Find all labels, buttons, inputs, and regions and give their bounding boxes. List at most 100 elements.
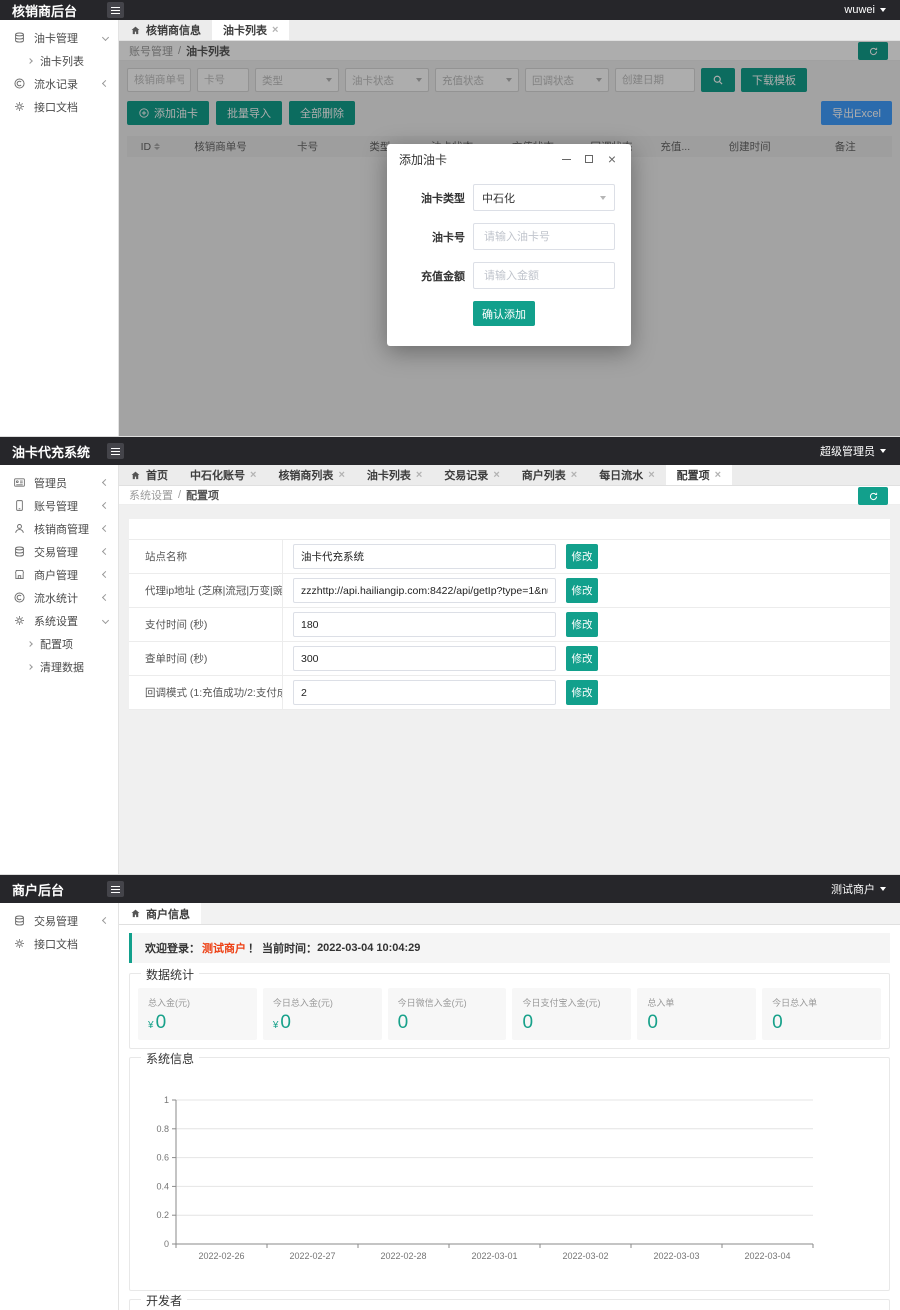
sidebar-item-核销商管理[interactable]: 核销商管理 bbox=[0, 517, 118, 540]
edit-button[interactable]: 修改 bbox=[566, 680, 598, 705]
caret-down-icon bbox=[880, 887, 886, 891]
tab-close-icon[interactable]: × bbox=[338, 470, 344, 481]
s2-breadcrumb: 系统设置 / 配置项 bbox=[119, 486, 900, 505]
tab-close-icon[interactable]: × bbox=[493, 470, 499, 481]
tab-close-icon[interactable]: × bbox=[272, 25, 278, 36]
s3-user-menu[interactable]: 测试商户 bbox=[831, 881, 900, 897]
stat-label: 今日总入金(元) bbox=[273, 996, 372, 1009]
mobile-icon bbox=[13, 499, 26, 512]
sidebar-subitem-label: 配置项 bbox=[40, 636, 73, 652]
oilcard-type-select[interactable]: 中石化 bbox=[473, 184, 615, 211]
tab-close-icon[interactable]: × bbox=[571, 470, 577, 481]
confirm-add-button[interactable]: 确认添加 bbox=[473, 301, 535, 326]
s1-user-menu[interactable]: wuwei bbox=[844, 4, 900, 16]
stats-title: 数据统计 bbox=[141, 966, 199, 983]
s2-header: 油卡代充系统 超级管理员 bbox=[0, 437, 900, 465]
tab-每日流水[interactable]: 每日流水× bbox=[588, 465, 665, 485]
sidebar-item-label: 交易管理 bbox=[34, 544, 103, 560]
sidebar-item-系统设置[interactable]: 系统设置 bbox=[0, 609, 118, 632]
tab-close-icon[interactable]: × bbox=[715, 470, 721, 481]
tab-label: 核销商信息 bbox=[146, 22, 201, 38]
db-icon bbox=[13, 31, 26, 44]
tab-close-icon[interactable]: × bbox=[648, 470, 654, 481]
edit-button[interactable]: 修改 bbox=[566, 646, 598, 671]
edit-button[interactable]: 修改 bbox=[566, 578, 598, 603]
config-value: 修改 bbox=[283, 646, 890, 671]
sidebar-item-流水记录[interactable]: 流水记录 bbox=[0, 72, 118, 95]
tab-核销商信息[interactable]: 核销商信息 bbox=[119, 20, 212, 40]
config-input-查单时间 (秒)[interactable] bbox=[293, 646, 556, 671]
edit-button[interactable]: 修改 bbox=[566, 544, 598, 569]
stat-value: 0 bbox=[522, 1012, 621, 1034]
modal-input-充值金额[interactable] bbox=[482, 269, 606, 283]
tab-close-icon[interactable]: × bbox=[416, 470, 422, 481]
refresh-button[interactable] bbox=[858, 487, 888, 505]
y-axis-tick-label: 0.6 bbox=[156, 1153, 169, 1163]
maximize-icon[interactable] bbox=[582, 152, 596, 166]
modal-title: 添加油卡 bbox=[399, 151, 550, 168]
s2-user-menu[interactable]: 超级管理员 bbox=[820, 443, 900, 459]
config-row-站点名称: 站点名称修改 bbox=[129, 540, 890, 574]
menu-toggle-button[interactable] bbox=[107, 2, 124, 18]
config-label: 支付时间 (秒) bbox=[129, 608, 283, 641]
sidebar-subitem-油卡列表[interactable]: 油卡列表 bbox=[0, 49, 118, 72]
card-icon bbox=[13, 476, 26, 489]
tab-配置项[interactable]: 配置项× bbox=[666, 465, 732, 485]
close-icon[interactable]: × bbox=[605, 152, 619, 166]
config-row-支付时间 (秒): 支付时间 (秒) 修改 bbox=[129, 608, 890, 642]
tab-核销商列表[interactable]: 核销商列表× bbox=[267, 465, 355, 485]
config-input-支付时间 (秒)[interactable] bbox=[293, 612, 556, 637]
x-axis-tick-label: 2022-03-04 bbox=[744, 1251, 790, 1261]
config-value: 修改 bbox=[283, 612, 890, 637]
y-axis-tick-label: 0.2 bbox=[156, 1210, 169, 1220]
tab-商户信息[interactable]: 商户信息 bbox=[119, 903, 201, 924]
sidebar-item-账号管理[interactable]: 账号管理 bbox=[0, 494, 118, 517]
system-info-fieldset: 系统信息 00.20.40.60.812022-02-262022-02-272… bbox=[129, 1057, 890, 1291]
tab-商户列表[interactable]: 商户列表× bbox=[511, 465, 588, 485]
sidebar-item-交易管理[interactable]: 交易管理 bbox=[0, 909, 118, 932]
sidebar-subitem-配置项[interactable]: 配置项 bbox=[0, 632, 118, 655]
y-axis-tick-label: 0 bbox=[164, 1239, 169, 1249]
system-chart: 00.20.40.60.812022-02-262022-02-272022-0… bbox=[138, 1072, 881, 1283]
config-input-站点名称[interactable] bbox=[293, 544, 556, 569]
tab-close-icon[interactable]: × bbox=[250, 470, 256, 481]
config-label: 代理ip地址 (芝麻|流冠|万变|豌豆|极光) bbox=[129, 574, 283, 607]
chevron-right-icon bbox=[27, 641, 33, 647]
breadcrumb-parent[interactable]: 系统设置 bbox=[129, 487, 173, 503]
chevron-left-icon bbox=[102, 548, 109, 555]
config-card: 站点名称修改代理ip地址 (芝麻|流冠|万变|豌豆|极光)修改支付时间 (秒)修… bbox=[129, 519, 890, 710]
modal-input-油卡号[interactable] bbox=[482, 230, 606, 244]
sidebar-subitem-清理数据[interactable]: 清理数据 bbox=[0, 655, 118, 678]
sidebar-item-商户管理[interactable]: 商户管理 bbox=[0, 563, 118, 586]
minimize-icon[interactable] bbox=[559, 152, 573, 166]
menu-toggle-button[interactable] bbox=[107, 881, 124, 897]
stat-card-今日支付宝入金(元): 今日支付宝入金(元)0 bbox=[512, 988, 631, 1040]
sidebar-item-油卡管理[interactable]: 油卡管理 bbox=[0, 26, 118, 49]
tab-油卡列表[interactable]: 油卡列表× bbox=[356, 465, 433, 485]
config-input-回调模式 (1:充值成功/2:支付成功)[interactable] bbox=[293, 680, 556, 705]
chevron-left-icon bbox=[102, 917, 109, 924]
welcome-merchant-name: 测试商户 bbox=[202, 940, 246, 956]
sidebar-item-label: 接口文档 bbox=[34, 99, 108, 115]
sidebar-item-接口文档[interactable]: 接口文档 bbox=[0, 932, 118, 955]
stat-value: ¥0 bbox=[273, 1012, 372, 1034]
s2-sidebar: 管理员账号管理核销商管理交易管理商户管理流水统计系统设置配置项清理数据 bbox=[0, 465, 119, 874]
stat-card-今日微信入金(元): 今日微信入金(元)0 bbox=[388, 988, 507, 1040]
merchant-admin-window: 商户后台 测试商户 交易管理接口文档 商户信息 欢迎登录： 测试商户 ！ 当前时… bbox=[0, 875, 900, 1310]
sidebar-item-流水统计[interactable]: 流水统计 bbox=[0, 586, 118, 609]
home-icon bbox=[130, 470, 141, 481]
modal-field-油卡类型: 油卡类型中石化 bbox=[403, 184, 615, 211]
welcome-banner: 欢迎登录： 测试商户 ！ 当前时间： 2022-03-04 10:04:29 bbox=[129, 933, 890, 963]
sidebar-item-交易管理[interactable]: 交易管理 bbox=[0, 540, 118, 563]
chevron-left-icon bbox=[102, 594, 109, 601]
tab-交易记录[interactable]: 交易记录× bbox=[433, 465, 510, 485]
config-value: 修改 bbox=[283, 578, 890, 603]
tab-油卡列表[interactable]: 油卡列表× bbox=[212, 20, 289, 40]
sidebar-item-管理员[interactable]: 管理员 bbox=[0, 471, 118, 494]
edit-button[interactable]: 修改 bbox=[566, 612, 598, 637]
tab-中石化账号[interactable]: 中石化账号× bbox=[179, 465, 267, 485]
menu-toggle-button[interactable] bbox=[107, 443, 124, 459]
tab-首页[interactable]: 首页 bbox=[119, 465, 179, 485]
sidebar-item-接口文档[interactable]: 接口文档 bbox=[0, 95, 118, 118]
config-input-代理ip地址 (芝麻|流冠|万变|豌豆|极光)[interactable] bbox=[293, 578, 556, 603]
